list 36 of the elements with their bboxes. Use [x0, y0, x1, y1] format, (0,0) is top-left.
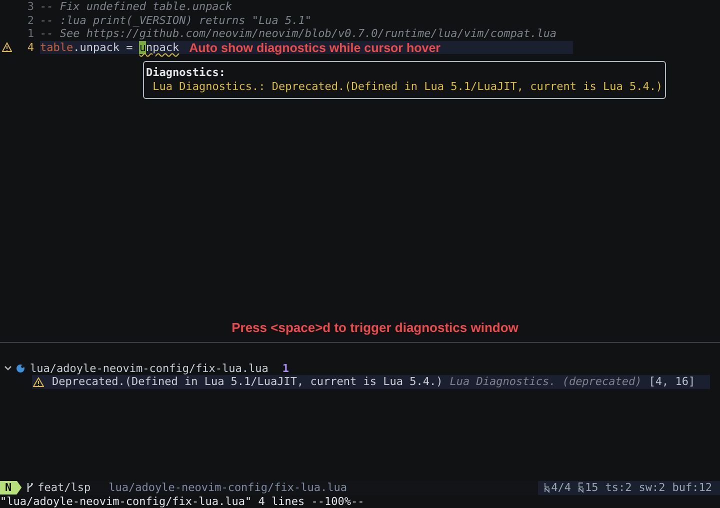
column-icon [578, 482, 584, 493]
tab-size: ts:2 [605, 480, 632, 494]
code-comment: -- See https://github.com/neovim/neovim/blob/v0.7.0/runtime/lua/vim/compat.lua [40, 27, 557, 40]
annotation-text: Auto show diagnostics while cursor hover [189, 40, 441, 54]
warning-icon [2, 42, 12, 52]
chevron-icon[interactable] [4, 364, 12, 372]
line-icon [544, 482, 550, 493]
popup-message: Lua Diagnostics.: Deprecated.(Defined in Lua 5.1/LuaJIT, current is Lua 5.4.) [152, 80, 663, 93]
problem-count: 1 [282, 362, 290, 375]
mode-indicator: N [0, 480, 22, 494]
git-branch: feat/lsp [38, 480, 91, 494]
underlined-identifier: unpack [139, 40, 180, 54]
code-text: .unpack = [73, 40, 134, 54]
warning-icon [33, 376, 44, 387]
command-line: "lua/adoyle-neovim-config/fix-lua.lua" 4 lines --100%-- [0, 494, 366, 508]
diagnostic-position: [4, 16] [648, 375, 696, 388]
code-comment: -- Fix undefined table.unpack [40, 0, 232, 14]
buffer-number: buf:12 [672, 480, 712, 494]
file-path[interactable]: lua/adoyle-neovim-config/fix-lua.lua [30, 362, 268, 375]
line-number: 3 [26, 0, 34, 14]
line-number: 1 [26, 27, 34, 40]
popup-title: Diagnostics: [146, 66, 226, 80]
diagnostic-row[interactable]: Deprecated.(Defined in Lua 5.1/LuaJIT, current is Lua 5.4.) Lua Diagnostics. (deprecated) [4, 16] [32, 375, 710, 388]
line-number: 4 [26, 40, 34, 54]
line-position: 4/4 [551, 480, 571, 494]
shift-width: sw:2 [638, 480, 666, 494]
code-comment: -- :lua print(_VERSION) returns "Lua 5.1" [40, 14, 312, 27]
diagnostic-source: Lua Diagnostics. (deprecated) [450, 375, 642, 388]
column-position: 15 [585, 480, 598, 494]
moon-icon [16, 364, 25, 373]
line-number: 2 [26, 14, 34, 27]
file-path: lua/adoyle-neovim-config/fix-lua.lua [108, 480, 348, 494]
code-identifier: table [40, 40, 74, 54]
hint-text: Press <space>d to trigger diagnostics window [232, 320, 518, 336]
branch-icon [26, 482, 34, 493]
diagnostic-message: Deprecated.(Defined in Lua 5.1/LuaJIT, current is Lua 5.4.) [52, 375, 443, 388]
